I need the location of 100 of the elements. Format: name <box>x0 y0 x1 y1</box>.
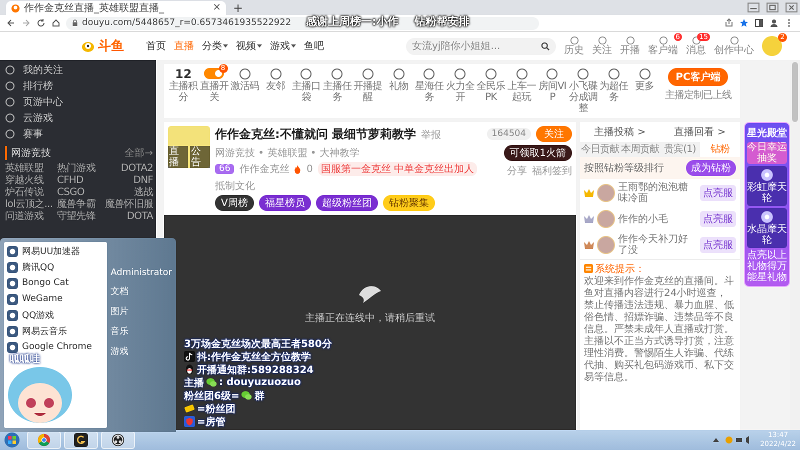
toolbar-label[interactable]: 主播口袋 <box>291 81 322 103</box>
nav-link[interactable]: 鱼吧 <box>304 39 324 53</box>
start-button-icon[interactable] <box>4 432 20 448</box>
header-action-label[interactable]: 历史 <box>564 45 584 56</box>
sidebar-item[interactable]: 排行榜 <box>23 79 53 93</box>
panel-tab[interactable]: 贵宾(1) <box>660 142 700 157</box>
toolbar-label[interactable]: 友邻 <box>260 81 291 92</box>
game-link[interactable]: CFHD <box>57 175 99 187</box>
nav-link[interactable]: 视频 <box>236 39 262 53</box>
toolbar-label[interactable]: 主播积分 <box>168 81 199 103</box>
game-link[interactable]: 英雄联盟 <box>5 163 57 175</box>
start-menu-item[interactable]: 腾讯QQ <box>4 259 107 275</box>
share-icon[interactable] <box>724 18 734 28</box>
light-up-button[interactable]: 点亮服 <box>700 185 736 201</box>
nav-link[interactable]: 首页 <box>146 39 166 53</box>
toolbar-label[interactable]: 为超任务 <box>598 81 630 103</box>
start-menu-link[interactable]: 游戏 <box>110 345 172 358</box>
header-action-label[interactable]: 关注 <box>592 45 612 56</box>
sidebar-item[interactable]: 赛事 <box>23 127 43 141</box>
circle-icon[interactable] <box>577 68 590 80</box>
start-menu-link[interactable]: 图片 <box>110 305 172 318</box>
toolbar-label[interactable]: 激活码 <box>230 81 260 92</box>
profile-icon[interactable] <box>769 18 779 28</box>
circle-icon[interactable] <box>638 68 651 80</box>
nav-link[interactable]: 分类 <box>202 39 228 53</box>
pc-client-button[interactable]: PC客户端 <box>668 68 728 86</box>
circle-icon[interactable] <box>362 68 374 80</box>
checkin-link[interactable]: 福利签到 <box>532 164 572 178</box>
panel-tab[interactable]: 本周贡献 <box>620 142 660 157</box>
sidebar-icon[interactable] <box>754 18 764 28</box>
sidebar-item[interactable]: 我的关注 <box>23 63 63 77</box>
start-menu-link[interactable]: 音乐 <box>110 325 172 338</box>
avatar-tag[interactable]: 公告 <box>190 146 210 168</box>
light-up-button[interactable]: 点亮服 <box>700 211 736 227</box>
panel-link[interactable]: 直播回看 > <box>674 125 726 139</box>
nav-link[interactable]: 直播 <box>174 39 194 53</box>
game-link[interactable]: 炉石传说 <box>5 187 57 199</box>
game-link[interactable]: CSGO <box>57 187 99 199</box>
promo-banner[interactable]: 星光殿堂 今日幸运抽奖 彩虹摩天轮 水晶摩天轮 点亮以上礼物得万能星礼物 <box>744 122 790 287</box>
toolbar-label[interactable]: 礼物 <box>383 81 414 92</box>
home-icon[interactable] <box>51 18 61 28</box>
show-all-link[interactable]: 全部→ <box>124 146 153 160</box>
game-link[interactable]: DOTA2 <box>99 163 153 175</box>
start-menu-item[interactable]: 网易UU加速器 <box>4 243 107 259</box>
header-action-label[interactable]: 创作中心 <box>714 45 754 56</box>
sidebar-item[interactable]: 页游中心 <box>23 95 63 109</box>
game-link[interactable]: DNF <box>99 175 153 187</box>
light-up-button[interactable]: 点亮服 <box>700 237 736 253</box>
rocket-button[interactable]: 可领取1火箭 <box>504 145 572 161</box>
circle-icon[interactable] <box>331 68 344 80</box>
toolbar-label[interactable]: 星海任务 <box>414 81 445 103</box>
sidebar-item[interactable]: 云游戏 <box>23 111 53 125</box>
close-tab-button[interactable]: × <box>212 2 221 14</box>
maximize-icon[interactable] <box>766 2 779 13</box>
reload-icon[interactable] <box>36 18 46 28</box>
header-action-label[interactable]: 消息 <box>686 45 706 56</box>
game-link[interactable]: 穿越火线 <box>5 175 57 187</box>
nav-link[interactable]: 游戏 <box>270 39 296 53</box>
avatar[interactable] <box>762 36 782 56</box>
tray-icon[interactable] <box>711 435 752 445</box>
game-link[interactable]: DOTA <box>99 211 153 223</box>
toolbar-label[interactable]: 上车一起玩 <box>506 81 537 103</box>
star-icon[interactable] <box>739 18 749 28</box>
start-menu-link[interactable]: Administrator <box>110 268 172 278</box>
toolbar-label[interactable]: 全民乐PK <box>476 81 506 103</box>
toolbar-label[interactable]: 开播提醒 <box>352 81 384 103</box>
back-icon[interactable] <box>6 18 16 28</box>
avatar-tag[interactable]: 直播 <box>168 146 188 168</box>
new-tab-button[interactable]: + <box>230 2 246 15</box>
room-tag[interactable]: 钻粉聚集 <box>382 195 435 211</box>
room-tag[interactable]: V周榜 <box>215 195 254 211</box>
panel-tab[interactable]: 今日贡献 <box>580 142 620 157</box>
header-action-label[interactable]: 客户端 <box>648 45 678 56</box>
game-link[interactable]: 魔兽争霸 <box>57 199 99 211</box>
toolbar-label[interactable]: 房间VIP <box>537 81 568 103</box>
toolbar-label[interactable]: 小飞碟分成调整 <box>568 81 598 114</box>
circle-icon[interactable] <box>570 36 578 45</box>
search-icon[interactable] <box>541 42 550 50</box>
toolbar-label[interactable]: 直播开关 <box>198 81 230 103</box>
start-menu-item[interactable]: Bongo Cat <box>4 275 107 291</box>
circle-icon[interactable] <box>270 68 282 80</box>
start-menu-item[interactable]: WeGame <box>4 291 107 307</box>
search-field[interactable]: 女流yj陪你小姐姐... <box>406 38 556 54</box>
toolbar-label[interactable]: 更多 <box>629 81 660 92</box>
site-logo[interactable]: 斗鱼 <box>98 37 124 55</box>
circle-icon[interactable] <box>300 68 312 80</box>
game-link[interactable]: 热门游戏 <box>57 163 99 175</box>
circle-icon[interactable] <box>692 36 700 45</box>
game-link[interactable]: lol云顶之... <box>5 199 57 211</box>
circle-icon[interactable] <box>626 36 634 45</box>
start-menu-item[interactable]: 网易云音乐 <box>4 323 107 339</box>
circle-icon[interactable] <box>423 68 436 80</box>
close-icon[interactable] <box>785 2 798 13</box>
start-menu-item[interactable]: QQ游戏 <box>4 307 107 323</box>
join-button[interactable]: 成为钻粉 <box>686 160 736 176</box>
start-menu-link[interactable]: 文档 <box>110 285 172 298</box>
circle-icon[interactable] <box>238 68 251 80</box>
circle-icon[interactable] <box>598 36 606 45</box>
report-link[interactable]: 举报 <box>420 128 441 142</box>
circle-icon[interactable] <box>658 36 668 45</box>
